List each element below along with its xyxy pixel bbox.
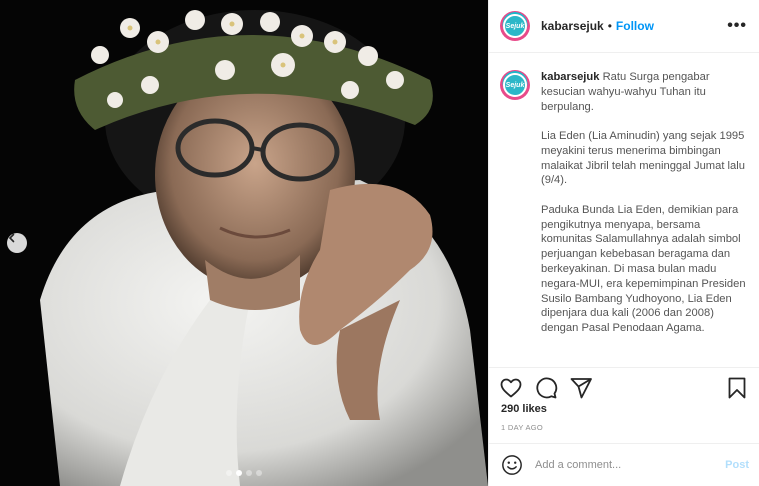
caption-paragraph: Lia Eden (Lia Aminudin) yang sejak 1995 … xyxy=(541,129,745,187)
carousel-prev-button[interactable] xyxy=(7,233,27,253)
avatar[interactable]: Sejuk xyxy=(500,11,530,41)
chevron-left-icon xyxy=(8,233,15,243)
avatar-logo: Sejuk xyxy=(503,73,527,97)
like-count[interactable]: 290 likes xyxy=(501,403,547,415)
carousel-dot xyxy=(256,470,262,476)
carousel-dot-active xyxy=(236,470,242,476)
post-photo[interactable] xyxy=(0,0,488,486)
bookmark-icon[interactable] xyxy=(725,376,749,400)
caption-text: kabarsejuk Ratu Surga pengabar kesucian … xyxy=(541,70,747,351)
more-options-button[interactable]: ••• xyxy=(727,17,747,35)
carousel-dot xyxy=(246,470,252,476)
carousel-dot xyxy=(226,470,232,476)
portrait-image xyxy=(0,0,488,486)
caption-username[interactable]: kabarsejuk xyxy=(541,71,599,83)
avatar-logo: Sejuk xyxy=(503,14,527,38)
caption-section: Sejuk kabarsejuk Ratu Surga pengabar kes… xyxy=(489,54,759,367)
comment-icon[interactable] xyxy=(534,376,558,400)
caption-paragraph: Paduka Bunda Lia Eden, demikian para pen… xyxy=(541,203,746,335)
comment-input[interactable] xyxy=(535,459,726,471)
emoji-icon[interactable] xyxy=(501,454,523,476)
heart-icon[interactable] xyxy=(499,376,523,400)
follow-button[interactable]: Follow xyxy=(616,19,654,33)
separator-dot: • xyxy=(607,19,612,33)
post-header: Sejuk kabarsejuk • Follow ••• xyxy=(489,0,759,53)
share-icon[interactable] xyxy=(569,376,593,400)
action-bar xyxy=(489,367,759,407)
post-timestamp[interactable]: 1 DAY AGO xyxy=(501,423,543,432)
post-comment-button[interactable]: Post xyxy=(725,459,749,471)
post-sidebar: Sejuk kabarsejuk • Follow ••• Sejuk kaba… xyxy=(488,0,759,486)
comment-bar: Post xyxy=(489,443,759,486)
carousel-indicator xyxy=(0,470,488,476)
username-link[interactable]: kabarsejuk xyxy=(541,19,604,33)
caption-avatar[interactable]: Sejuk xyxy=(500,70,530,100)
